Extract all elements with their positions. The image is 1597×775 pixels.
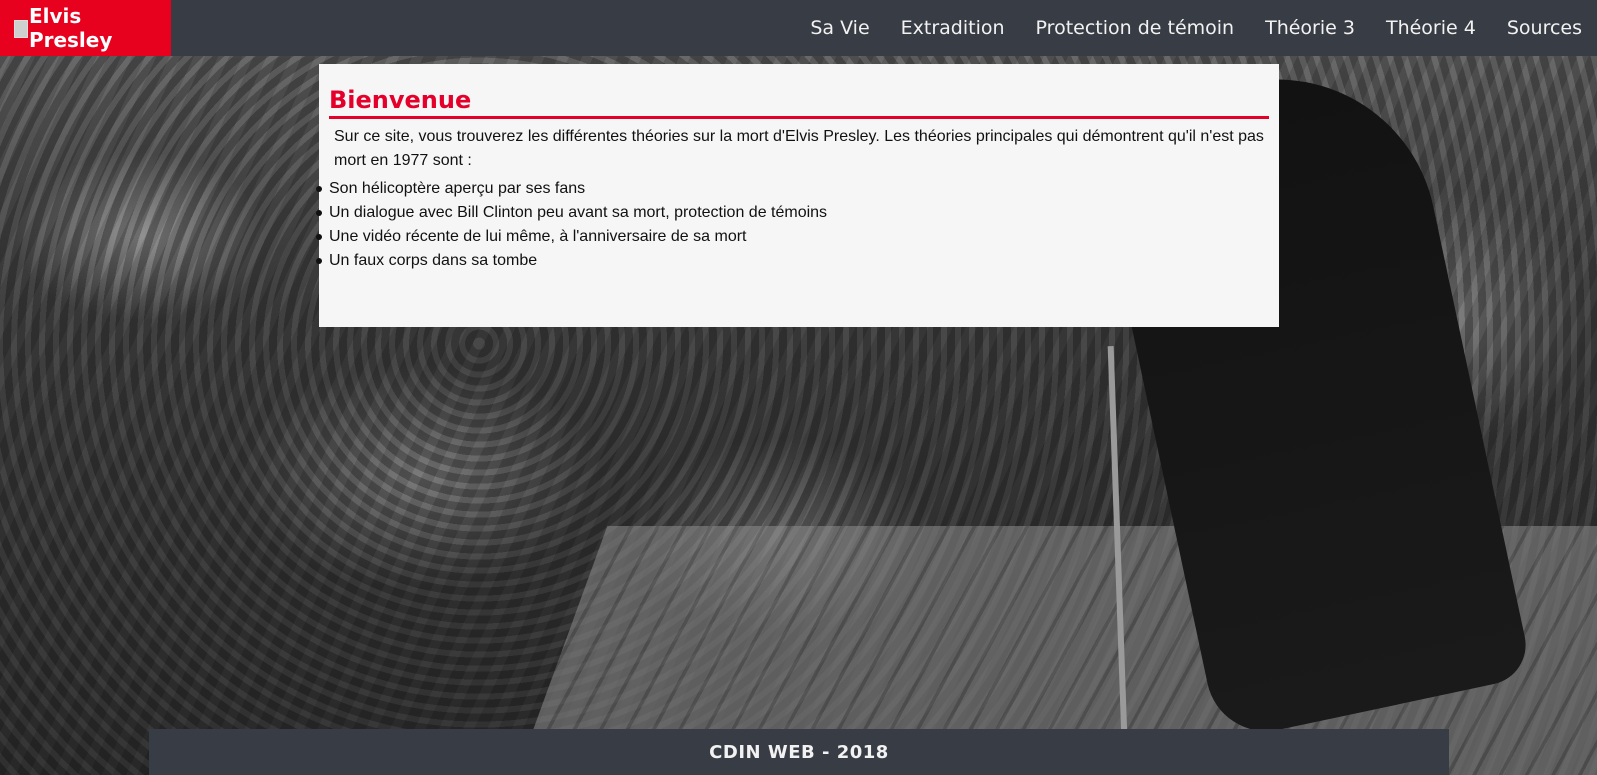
brand-name: Elvis Presley [28,4,113,52]
brand-link[interactable]: Elvis Presley [0,0,171,56]
list-item: Un dialogue avec Bill Clinton peu avant … [316,201,1269,225]
page-footer: CDIN WEB - 2018 [149,729,1449,775]
footer-text: CDIN WEB - 2018 [709,741,889,763]
list-item: Une vidéo récente de lui même, à l'anniv… [316,225,1269,249]
nav-item-theorie-3[interactable]: Théorie 3 [1249,17,1370,39]
nav-item-extradition[interactable]: Extradition [885,17,1020,39]
page-title: Bienvenue [329,86,1269,119]
nav-item-sources[interactable]: Sources [1491,17,1597,39]
intro-text: Sur ce site, vous trouverez les différen… [334,128,1264,169]
theory-list: Son hélicoptère aperçu par ses fans Un d… [316,177,1269,273]
nav-item-protection-temoin[interactable]: Protection de témoin [1020,17,1250,39]
nav-menu: Sa Vie Extradition Protection de témoin … [794,0,1597,56]
top-navbar: Elvis Presley Sa Vie Extradition Protect… [0,0,1597,56]
list-item: Un faux corps dans sa tombe [316,249,1269,273]
broken-image-icon [14,20,28,38]
nav-item-theorie-4[interactable]: Théorie 4 [1370,17,1491,39]
nav-item-sa-vie[interactable]: Sa Vie [794,17,884,39]
list-item: Son hélicoptère aperçu par ses fans [316,177,1269,201]
welcome-panel: Bienvenue Sur ce site, vous trouverez le… [316,64,1279,327]
